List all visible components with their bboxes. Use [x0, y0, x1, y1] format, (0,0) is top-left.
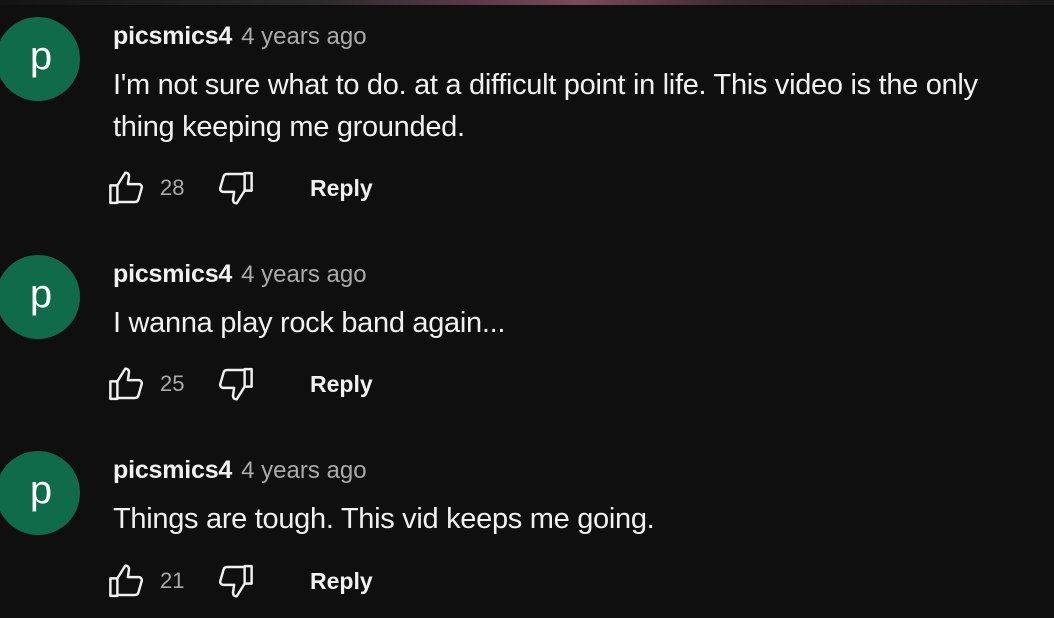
comment-actions: 25 Reply [106, 362, 373, 406]
avatar[interactable]: p [0, 17, 80, 101]
comment-text-line: Things are tough. This vid keeps me goin… [113, 503, 655, 535]
like-count: 21 [160, 568, 185, 593]
reply-button[interactable]: Reply [310, 175, 373, 202]
thumbs-down-icon [218, 171, 253, 205]
thumbs-up-icon [109, 367, 144, 401]
avatar-letter: p [29, 272, 53, 316]
thumbs-up-icon [109, 171, 144, 205]
avatar[interactable]: p [0, 255, 80, 339]
comment-text: I'm not sure what to do. at a difficult … [113, 64, 1038, 148]
comment-timestamp[interactable]: 4 years ago [241, 23, 366, 51]
thumbs-up-icon [109, 564, 144, 598]
reply-button[interactable]: Reply [310, 371, 373, 398]
comment-header: picsmics4 4 years ago [113, 456, 367, 485]
avatar-letter: p [29, 34, 53, 78]
video-edge-strip [0, 0, 1054, 5]
like-button[interactable] [106, 167, 148, 209]
like-count: 28 [160, 175, 185, 200]
avatar-letter: p [29, 468, 53, 512]
comment-text-line: I wanna play rock band again... [113, 307, 506, 339]
author-name[interactable]: picsmics4 [113, 22, 232, 51]
thumbs-down-icon [218, 367, 253, 401]
comment-text-line: I'm not sure what to do. at a difficult … [113, 69, 978, 101]
comment-actions: 21 Reply [106, 559, 373, 603]
comment-timestamp[interactable]: 4 years ago [241, 457, 366, 485]
like-count: 25 [160, 371, 185, 396]
dislike-button[interactable] [214, 560, 256, 602]
comment-header: picsmics4 4 years ago [113, 260, 367, 289]
comment-text: I wanna play rock band again... [113, 302, 1038, 344]
reply-button[interactable]: Reply [310, 568, 373, 595]
comment-header: picsmics4 4 years ago [113, 22, 367, 51]
comment-text: Things are tough. This vid keeps me goin… [113, 498, 1038, 540]
author-name[interactable]: picsmics4 [113, 260, 232, 289]
dislike-button[interactable] [214, 363, 256, 405]
thumbs-down-icon [218, 564, 253, 598]
dislike-button[interactable] [214, 167, 256, 209]
avatar[interactable]: p [0, 451, 80, 535]
author-name[interactable]: picsmics4 [113, 456, 232, 485]
comment-text-line: thing keeping me grounded. [113, 111, 465, 143]
comment-timestamp[interactable]: 4 years ago [241, 261, 366, 289]
comment-actions: 28 Reply [106, 166, 373, 210]
like-button[interactable] [106, 363, 148, 405]
like-button[interactable] [106, 560, 148, 602]
